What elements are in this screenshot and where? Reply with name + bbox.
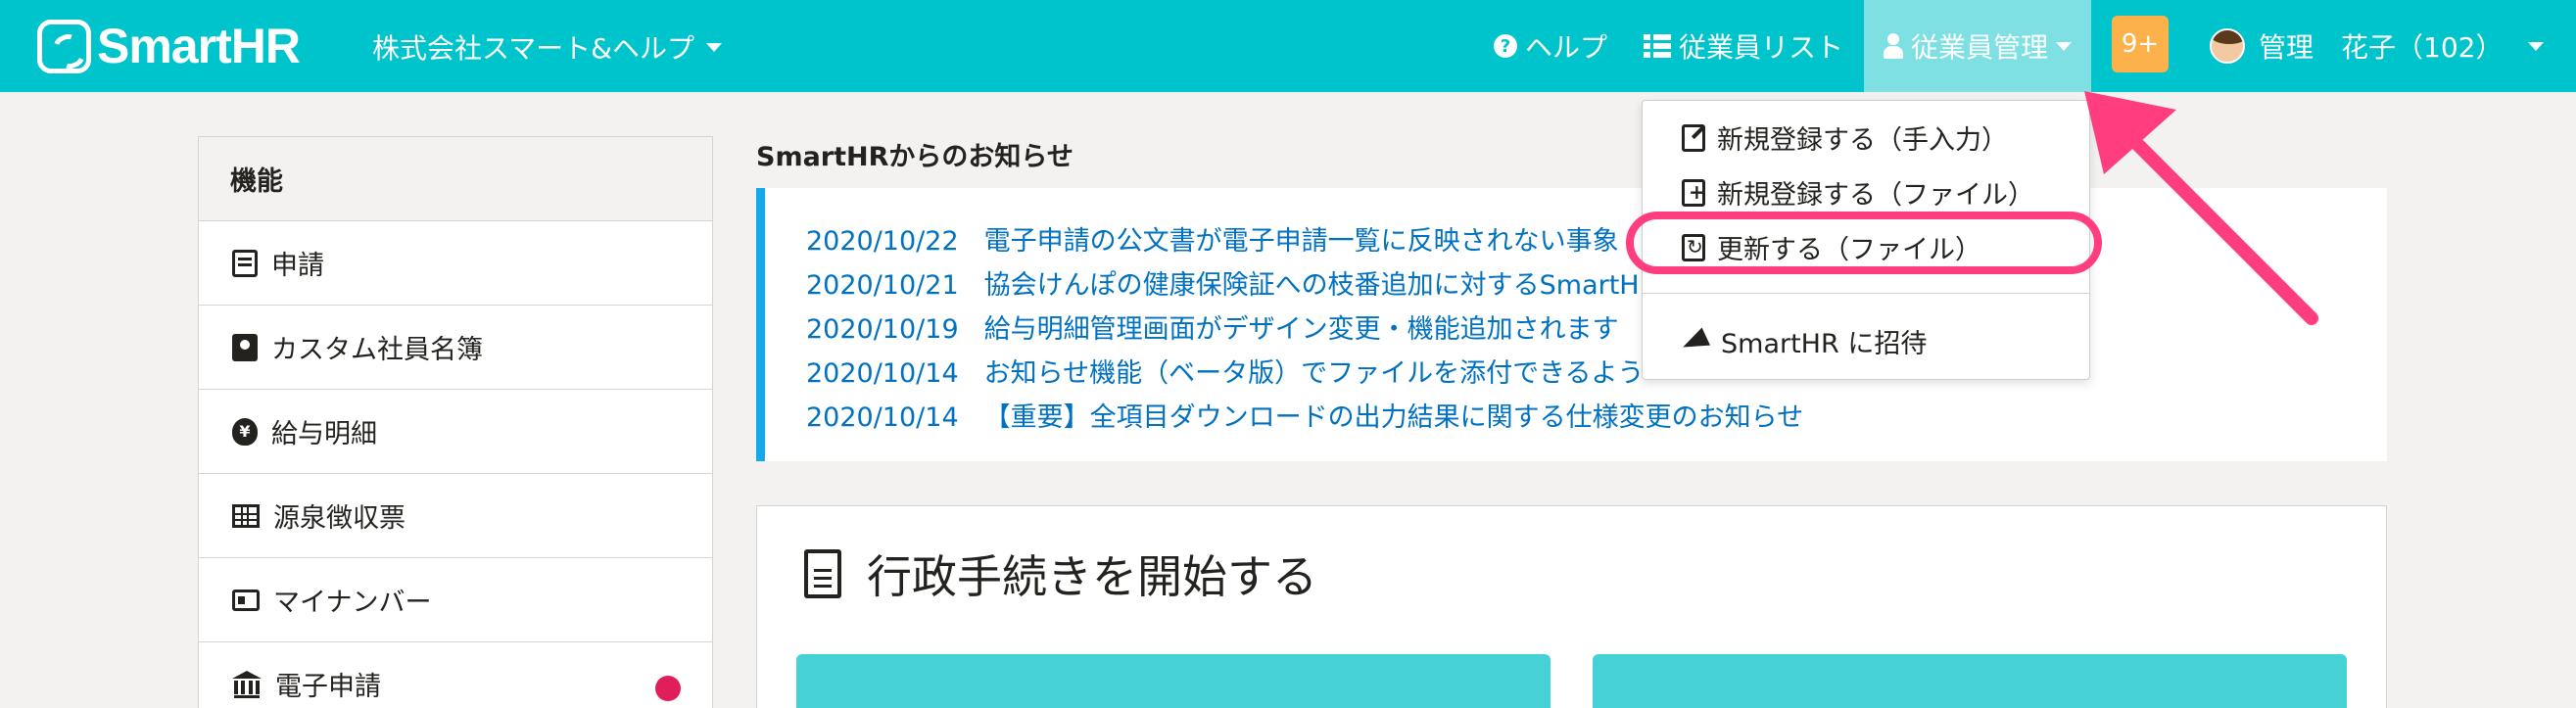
notice-text: お知らせ機能（ベータ版）でファイルを添付できるよう bbox=[983, 358, 1645, 389]
nav-employee-manage[interactable]: 従業員管理 bbox=[1864, 0, 2091, 92]
sidebar-item-label: 電子申請 bbox=[275, 672, 381, 702]
company-switcher[interactable]: 株式会社スマート&ヘルプ bbox=[372, 27, 722, 67]
sidebar-item-label: 申請 bbox=[271, 251, 324, 281]
alert-dot bbox=[655, 676, 681, 701]
menu-item-label: 新規登録する（ファイル） bbox=[1717, 180, 2034, 211]
notice-title: SmartHRからのお知らせ bbox=[756, 142, 1073, 172]
notice-date: 2020/10/14 bbox=[806, 358, 959, 389]
notice-text: 【重要】全項目ダウンロードの出力結果に関する仕様変更のお知らせ bbox=[983, 402, 1804, 433]
menu-item-new-manual[interactable]: 新規登録する（手入力） bbox=[1682, 118, 2008, 157]
user-icon bbox=[1883, 33, 1903, 59]
paper-plane-icon bbox=[1682, 328, 1709, 355]
smarthr-logo[interactable]: SmartHR bbox=[37, 18, 301, 74]
chevron-down-icon bbox=[2056, 41, 2072, 51]
company-name: 株式会社スマート&ヘルプ bbox=[372, 32, 694, 65]
sidebar-item-label: 源泉徴収票 bbox=[273, 503, 405, 534]
menu-divider bbox=[1643, 293, 2089, 294]
application-icon bbox=[232, 249, 258, 277]
file-plus-icon bbox=[1682, 178, 1705, 207]
sidebar-title: 機能 bbox=[199, 137, 712, 221]
sidebar-item-label: 給与明細 bbox=[271, 419, 377, 449]
roster-icon bbox=[232, 333, 258, 361]
menu-item-invite[interactable]: SmartHR に招待 bbox=[1682, 322, 1927, 360]
sidebar-item-e-application[interactable]: 電子申請 bbox=[199, 642, 712, 708]
menu-item-label: 新規登録する（手入力） bbox=[1717, 125, 2008, 156]
user-menu[interactable]: 管理 花子（102） bbox=[2210, 0, 2545, 92]
bank-icon bbox=[232, 670, 262, 698]
notice-date: 2020/10/14 bbox=[806, 402, 959, 433]
smarthr-logo-icon bbox=[37, 19, 91, 73]
sidebar: 機能 申請 カスタム社員名簿 ¥ 給与明細 源泉徴収票 マイナンバー 電子申請 bbox=[198, 136, 713, 708]
procedure-tile[interactable] bbox=[1593, 654, 2347, 708]
notice-date: 2020/10/22 bbox=[806, 226, 959, 257]
sidebar-item-custom-roster[interactable]: カスタム社員名簿 bbox=[199, 306, 712, 390]
id-card-icon bbox=[232, 589, 260, 611]
notice-date: 2020/10/19 bbox=[806, 314, 959, 345]
question-circle-icon: ? bbox=[1494, 34, 1517, 58]
notice-list: 2020/10/22 電子申請の公文書が電子申請一覧に反映されない事象 2020/… bbox=[756, 188, 2387, 461]
withholding-icon bbox=[232, 503, 260, 528]
sidebar-item-label: カスタム社員名簿 bbox=[271, 335, 483, 365]
notice-link[interactable]: 2020/10/14 【重要】全項目ダウンロードの出力結果に関する仕様変更のお知ら… bbox=[806, 396, 2387, 440]
nav-help-label: ヘルプ bbox=[1525, 31, 1608, 64]
file-icon bbox=[804, 549, 841, 598]
chevron-down-icon bbox=[2528, 41, 2545, 51]
notice-link[interactable]: 2020/10/22 電子申請の公文書が電子申請一覧に反映されない事象 bbox=[806, 219, 2387, 263]
notice-link[interactable]: 2020/10/14 お知らせ機能（ベータ版）でファイルを添付できるよう bbox=[806, 352, 2387, 396]
nav-employee-list-label: 従業員リスト bbox=[1679, 31, 1844, 64]
notice-link[interactable]: 2020/10/19 給与明細管理画面がデザイン変更・機能追加されます bbox=[806, 307, 2387, 352]
highlight-ring bbox=[1626, 212, 2102, 274]
notice-link[interactable]: 2020/10/21 協会けんぽの健康保険証への枝番追加に対するSmartHR bbox=[806, 263, 2387, 307]
nav-help[interactable]: ? ヘルプ bbox=[1494, 0, 1607, 92]
sidebar-item-application[interactable]: 申請 bbox=[199, 221, 712, 306]
sidebar-item-withholding[interactable]: 源泉徴収票 bbox=[199, 474, 712, 558]
edit-icon bbox=[1682, 123, 1705, 152]
menu-item-new-file[interactable]: 新規登録する（ファイル） bbox=[1682, 173, 2034, 212]
sidebar-item-label: マイナンバー bbox=[273, 588, 432, 618]
payslip-icon: ¥ bbox=[232, 417, 258, 446]
logo-text: SmartHR bbox=[97, 19, 301, 73]
user-name: 管理 花子（102） bbox=[2259, 31, 2504, 64]
card-title-text: 行政手続きを開始する bbox=[867, 550, 1317, 603]
nav-employee-manage-label: 従業員管理 bbox=[1910, 31, 2048, 64]
list-icon bbox=[1644, 34, 1671, 58]
nav-employee-list[interactable]: 従業員リスト bbox=[1644, 0, 1843, 92]
notice-text: 電子申請の公文書が電子申請一覧に反映されない事象 bbox=[983, 226, 1619, 257]
procedure-card: 行政手続きを開始する bbox=[756, 505, 2387, 708]
notice-text: 協会けんぽの健康保険証への枝番追加に対するSmartHR bbox=[983, 270, 1658, 301]
sidebar-item-payslip[interactable]: ¥ 給与明細 bbox=[199, 390, 712, 474]
chevron-down-icon bbox=[706, 42, 722, 52]
notification-badge[interactable]: 9+ bbox=[2112, 16, 2169, 72]
notice-date: 2020/10/21 bbox=[806, 270, 959, 301]
sidebar-item-mynumber[interactable]: マイナンバー bbox=[199, 558, 712, 642]
top-header: SmartHR 株式会社スマート&ヘルプ ? ヘルプ 従業員リスト 従業員管理 … bbox=[0, 0, 2576, 92]
menu-item-label: SmartHR に招待 bbox=[1721, 329, 1928, 359]
card-title: 行政手続きを開始する bbox=[804, 542, 1317, 606]
avatar bbox=[2210, 28, 2245, 64]
procedure-tile[interactable] bbox=[796, 654, 1550, 708]
notice-text: 給与明細管理画面がデザイン変更・機能追加されます bbox=[983, 314, 1619, 345]
